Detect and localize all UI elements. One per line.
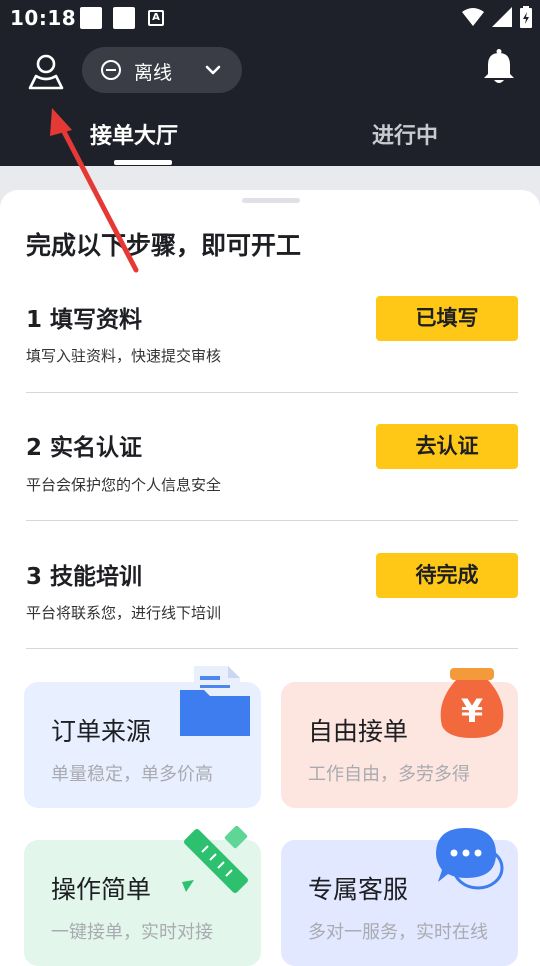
svg-text:¥: ¥	[461, 692, 483, 730]
divider	[26, 520, 518, 521]
notification-square-icon	[113, 7, 135, 29]
money-bag-icon: ¥	[440, 668, 504, 738]
status-time: 10:18	[10, 6, 77, 30]
folder-document-icon	[180, 666, 250, 736]
online-status-label: 离线	[134, 62, 173, 84]
active-tab-indicator	[114, 160, 172, 165]
divider	[26, 392, 518, 393]
step-description: 平台将联系您，进行线下培训	[26, 604, 222, 622]
feature-title: 操作简单	[51, 875, 152, 904]
battery-icon	[520, 6, 532, 28]
feature-title: 专属客服	[308, 875, 409, 904]
step-description: 填写入驻资料，快速提交审核	[26, 347, 222, 365]
status-a-icon: A	[148, 10, 164, 26]
onboarding-headline: 完成以下步骤，即可开工	[26, 231, 302, 260]
profile-icon[interactable]	[26, 52, 66, 92]
feature-subtitle: 多对一服务，实时在线	[308, 922, 488, 943]
signal-icon	[492, 7, 512, 27]
tab-in-progress[interactable]: 进行中	[372, 118, 438, 150]
wifi-icon	[462, 8, 484, 26]
step-title: 1 填写资料	[26, 307, 143, 333]
step-title: 3 技能培训	[26, 564, 143, 590]
step-title: 2 实名认证	[26, 435, 143, 461]
status-bar: 10:18 A	[0, 0, 540, 38]
chevron-down-icon	[205, 65, 221, 75]
ruler-pencil-icon	[182, 826, 248, 893]
notification-square-icon	[80, 7, 102, 29]
step-fill-info-button[interactable]: 已填写	[376, 296, 518, 341]
divider	[26, 648, 518, 649]
online-status-dropdown[interactable]: 离线	[82, 47, 242, 93]
step-verify-identity-button[interactable]: 去认证	[376, 424, 518, 469]
step-skill-training-button[interactable]: 待完成	[376, 553, 518, 598]
sheet-drag-handle[interactable]	[242, 198, 300, 203]
feature-title: 订单来源	[51, 717, 152, 746]
feature-subtitle: 工作自由，多劳多得	[308, 764, 470, 785]
step-description: 平台会保护您的个人信息安全	[26, 476, 222, 494]
bell-icon[interactable]	[482, 48, 516, 86]
chat-bubble-icon	[436, 828, 504, 890]
offline-minus-icon	[101, 60, 121, 80]
tab-order-hall[interactable]: 接单大厅	[90, 118, 178, 150]
feature-title: 自由接单	[308, 717, 409, 746]
feature-subtitle: 一键接单，实时对接	[51, 922, 213, 943]
feature-subtitle: 单量稳定，单多价高	[51, 764, 213, 785]
